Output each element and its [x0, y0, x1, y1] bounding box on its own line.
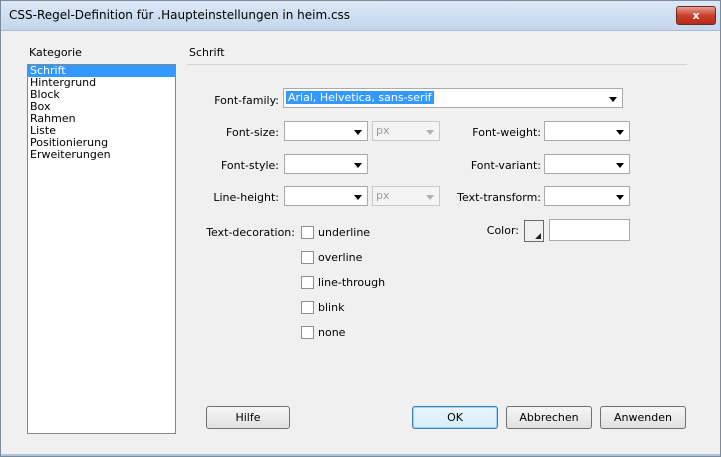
section-divider [187, 64, 687, 65]
close-icon: x [692, 9, 700, 22]
line-height-unit-select[interactable]: px [372, 186, 440, 206]
css-rule-dialog: CSS-Regel-Definition für .Haupteinstellu… [0, 0, 721, 457]
font-family-select[interactable]: Arial, Helvetica, sans-serif [283, 88, 623, 108]
none-checkbox[interactable] [301, 326, 314, 339]
chevron-down-icon [426, 130, 434, 135]
chevron-down-icon [616, 163, 624, 168]
font-style-label: Font-style: [220, 159, 279, 172]
color-label: Color: [486, 224, 519, 237]
chevron-down-icon [609, 97, 617, 102]
category-item-block[interactable]: Block [28, 89, 175, 101]
close-button[interactable]: x [676, 6, 716, 25]
blink-checkbox[interactable] [301, 301, 314, 314]
font-variant-label: Font-variant: [470, 159, 541, 172]
underline-checkbox[interactable] [301, 226, 314, 239]
font-variant-select[interactable] [544, 154, 630, 174]
chevron-down-icon [616, 130, 624, 135]
line-height-unit-value: px [376, 189, 390, 202]
line-height-select[interactable] [284, 186, 368, 206]
cancel-button[interactable]: Abbrechen [506, 406, 592, 429]
section-title: Schrift [189, 46, 225, 59]
none-label: none [318, 326, 346, 339]
chevron-down-icon [354, 195, 362, 200]
text-transform-label: Text-transform: [457, 191, 541, 204]
color-dropdown-icon [535, 233, 541, 239]
underline-label: underline [318, 226, 371, 239]
category-label: Kategorie [29, 46, 82, 59]
chevron-down-icon [426, 195, 434, 200]
font-family-label: Font-family: [214, 94, 279, 107]
color-picker-button[interactable] [524, 220, 544, 242]
font-size-unit-select[interactable]: px [372, 121, 440, 141]
text-transform-select[interactable] [544, 186, 630, 206]
line-height-label: Line-height: [213, 191, 279, 204]
overline-label: overline [318, 251, 363, 264]
text-decoration-label: Text-decoration: [206, 226, 295, 239]
ok-button[interactable]: OK [412, 406, 498, 429]
overline-checkbox[interactable] [301, 251, 314, 264]
font-family-value: Arial, Helvetica, sans-serif [286, 91, 434, 104]
font-style-select[interactable] [284, 154, 368, 174]
font-weight-select[interactable] [544, 121, 630, 141]
bottom-border [1, 454, 720, 456]
color-input[interactable] [549, 219, 630, 241]
line-through-label: line-through [318, 276, 386, 289]
line-through-checkbox[interactable] [301, 276, 314, 289]
font-size-select[interactable] [284, 121, 368, 141]
chevron-down-icon [616, 195, 624, 200]
font-size-label: Font-size: [226, 126, 279, 139]
category-item-erweiterungen[interactable]: Erweiterungen [28, 149, 175, 161]
font-size-unit-value: px [376, 124, 390, 137]
apply-button[interactable]: Anwenden [600, 406, 686, 429]
blink-label: blink [318, 301, 345, 314]
font-weight-label: Font-weight: [472, 126, 541, 139]
window-title: CSS-Regel-Definition für .Haupteinstellu… [9, 8, 351, 22]
category-list[interactable]: Schrift Hintergrund Block Box Rahmen Lis… [27, 64, 176, 434]
chevron-down-icon [354, 130, 362, 135]
help-button[interactable]: Hilfe [206, 406, 290, 429]
title-bar: CSS-Regel-Definition für .Haupteinstellu… [1, 1, 720, 31]
chevron-down-icon [354, 163, 362, 168]
